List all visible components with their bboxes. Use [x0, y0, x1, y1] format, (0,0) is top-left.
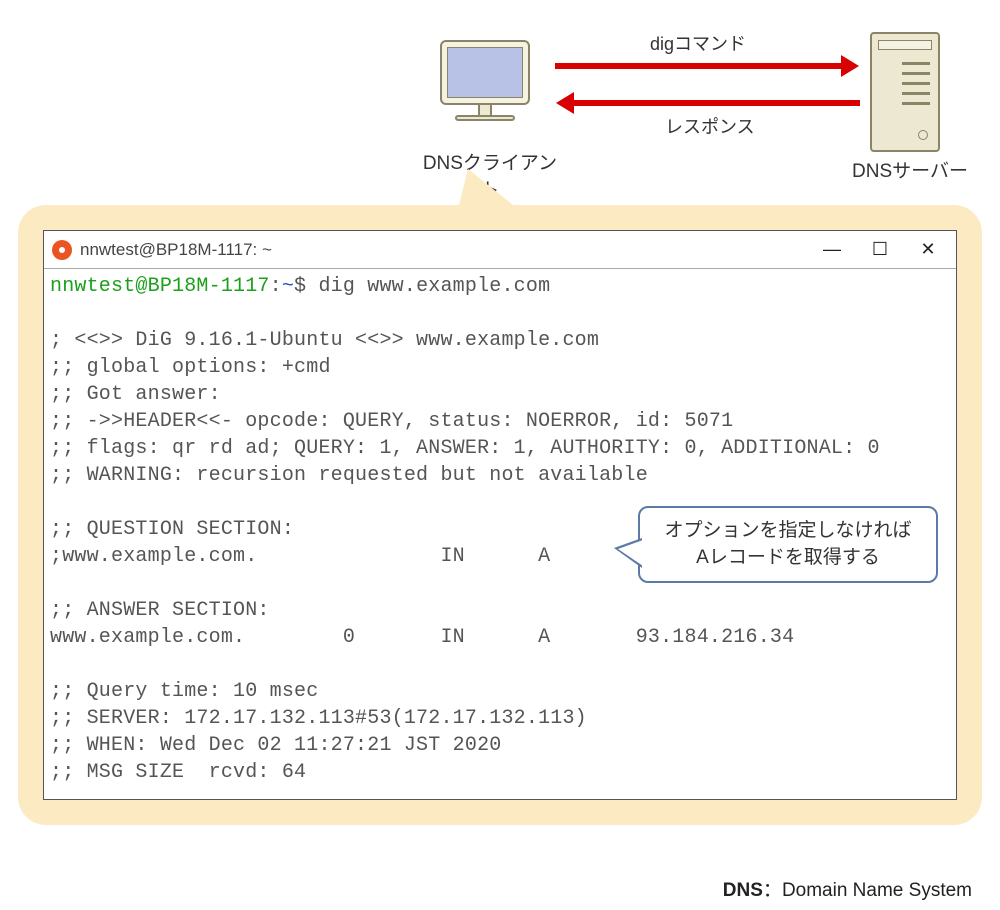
dns-diagram: digコマンド レスポンス DNSクライアント DNSサーバー [0, 20, 1000, 190]
arrow-response-label: レスポンス [665, 113, 755, 139]
close-button[interactable]: ✕ [904, 231, 952, 268]
server-label: DNSサーバー [850, 156, 970, 183]
arrow-request-label: digコマンド [650, 30, 746, 56]
maximize-button[interactable]: ☐ [856, 231, 904, 268]
annotation-callout: オプションを指定しなければ Aレコードを取得する [638, 506, 938, 583]
client-icon [440, 40, 530, 121]
monitor-icon [440, 40, 530, 105]
server-icon [870, 32, 940, 152]
footer-note: DNS：Domain Name System [723, 875, 972, 902]
arrow-response [570, 100, 860, 106]
footer-term: DNS [723, 880, 763, 901]
ubuntu-icon [52, 240, 72, 260]
footer-expansion: Domain Name System [782, 880, 972, 901]
titlebar: nnwtest@BP18M-1117: ~ — ☐ ✕ [44, 231, 956, 269]
window-title: nnwtest@BP18M-1117: ~ [80, 240, 808, 260]
annotation-line2: Aレコードを取得する [696, 547, 880, 568]
annotation-line1: オプションを指定しなければ [664, 520, 911, 541]
minimize-button[interactable]: — [808, 231, 856, 268]
arrow-request [555, 63, 845, 69]
